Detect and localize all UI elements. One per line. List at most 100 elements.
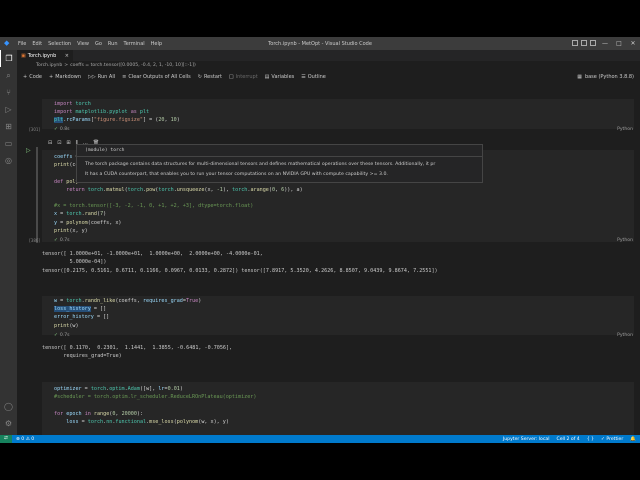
activity-bar: ❐ ⌕ ⑂ ▷ ⊞ ▭ ◎ ◯ ⚙ [0, 50, 17, 435]
kernel-picker[interactable]: ▦ base (Python 3.8.8) [577, 72, 634, 82]
tab-bar: ▣ Torch.ipynb × [17, 50, 640, 61]
minimize-icon[interactable]: — [598, 37, 612, 50]
cell-2-output: tensor([ 1.0000e+01, -1.0000e+01, 1.0000… [42, 251, 438, 274]
clear-outputs-button[interactable]: ≡ Clear Outputs of All Cells [122, 74, 191, 80]
cell-3-output: tensor([ 0.1170, 0.2301, 1.1441, 1.3855,… [42, 345, 233, 360]
cell-1-time: 0.8s [59, 127, 70, 132]
stop-icon: □ [228, 74, 234, 80]
cell-2-status: ✓ 0.7s [54, 238, 70, 243]
restart-button[interactable]: ↻ Restart [198, 74, 222, 80]
menu-run[interactable]: Run [105, 41, 121, 47]
problems-count[interactable]: ⊗ 0 ⚠ 0 [16, 437, 34, 442]
notebook-toolbar: + Code + Markdown ▷▷ Run All ≡ Clear Outputs… [17, 72, 640, 82]
cell-1-language[interactable]: Python [617, 127, 633, 132]
run-all-icon: ▷▷ [88, 74, 96, 80]
run-debug-icon[interactable]: ▷ [0, 101, 17, 118]
execute-below-icon[interactable]: ⊞ [66, 140, 70, 146]
add-markdown-button[interactable]: + Markdown [49, 74, 81, 80]
kernel-label: base (Python 3.8.8) [584, 74, 634, 80]
code-cell-1[interactable]: import torch import matplotlib.pyplot as… [42, 99, 634, 129]
breadcrumb: Torch.ipynb > coeffs = torch.tensor([0.0… [17, 61, 640, 70]
jupyter-icon[interactable]: ◎ [0, 152, 17, 169]
extensions-icon[interactable]: ⊞ [0, 118, 17, 135]
menu-go[interactable]: Go [92, 41, 105, 47]
manage-gear-icon[interactable]: ⚙ [0, 415, 17, 432]
cell-3-status: ✓ 0.7s [54, 333, 70, 338]
cell-1-exec-count: [301] [29, 127, 40, 132]
vscode-window: ◆ File Edit Selection View Go Run Termin… [0, 37, 640, 443]
run-by-line-icon[interactable]: ⊟ [48, 140, 52, 146]
variables-icon: ▤ [264, 74, 270, 80]
menu-view[interactable]: View [74, 41, 92, 47]
plus-icon: + [49, 74, 54, 80]
cell-focus-indicator [36, 147, 38, 243]
success-check-icon: ✓ [54, 238, 58, 243]
cell-2-time: 0.7s [59, 238, 70, 243]
cell-3-time: 0.7s [59, 333, 70, 338]
kernel-icon: ▦ [577, 74, 582, 80]
tab-label: Torch.ipynb [27, 52, 57, 59]
cell-2-language[interactable]: Python [617, 238, 633, 243]
interrupt-label: Interrupt [235, 74, 258, 80]
add-code-button[interactable]: + Code [23, 74, 42, 80]
plus-icon: + [23, 74, 28, 80]
close-tab-icon[interactable]: × [65, 53, 69, 59]
hover-doc-line-2: It has a CUDA counterpart, that enables … [85, 172, 388, 177]
notebook-icon: ▣ [21, 52, 26, 59]
toggle-panel-icon[interactable] [581, 40, 587, 46]
breadcrumb-symbol[interactable]: coeffs = torch.tensor([0.0005, -0.4, 2, … [70, 63, 196, 68]
success-check-icon: ✓ [54, 127, 58, 132]
restart-icon: ↻ [197, 74, 202, 80]
cell-1-code[interactable]: import torch import matplotlib.pyplot as… [42, 99, 634, 125]
menu-terminal[interactable]: Terminal [121, 41, 148, 47]
outline-icon: ☰ [301, 74, 306, 80]
interrupt-button[interactable]: □ Interrupt [229, 74, 258, 80]
success-check-icon: ✓ [54, 333, 58, 338]
run-cell-icon[interactable]: ▷ [26, 147, 31, 154]
jupyter-server-status[interactable]: Jupyter Server: local [503, 437, 550, 442]
cell-4-code[interactable]: optimizer = torch.optim.Adam([w], lr=0.0… [42, 382, 634, 426]
hover-doc-line-1: The torch package contains data structur… [85, 162, 436, 167]
code-cell-4[interactable]: optimizer = torch.optim.Adam([w], lr=0.0… [42, 382, 634, 435]
tab-torch-ipynb[interactable]: ▣ Torch.ipynb × [17, 50, 73, 61]
layout-icon[interactable]: { } [587, 437, 594, 442]
menu-edit[interactable]: Edit [29, 41, 45, 47]
window-controls: — □ ✕ [598, 37, 640, 50]
execute-above-icon[interactable]: ⊡ [57, 140, 61, 146]
breadcrumb-file[interactable]: Torch.ipynb [36, 63, 62, 68]
status-bar: ⇄ ⊗ 0 ⚠ 0 Jupyter Server: local Cell 2 o… [0, 435, 640, 443]
accounts-icon[interactable]: ◯ [0, 398, 17, 415]
layout-controls [572, 40, 596, 46]
remote-indicator-icon[interactable]: ⇄ [0, 435, 12, 443]
toggle-sidebar-icon[interactable] [572, 40, 578, 46]
cell-2-exec-count: [386] [29, 238, 40, 243]
add-markdown-label: Markdown [55, 74, 82, 80]
source-control-icon[interactable]: ⑂ [0, 84, 17, 101]
notifications-bell-icon[interactable]: 🔔 [630, 437, 636, 442]
run-all-label: Run All [97, 74, 116, 80]
cell-position[interactable]: Cell 2 of 4 [556, 437, 579, 442]
variables-button[interactable]: ▤ Variables [265, 74, 295, 80]
variables-label: Variables [271, 74, 295, 80]
code-cell-3[interactable]: w = torch.randn_like(coeffs, requires_gr… [42, 296, 634, 335]
cell-3-code[interactable]: w = torch.randn_like(coeffs, requires_gr… [42, 296, 634, 330]
menu-file[interactable]: File [15, 41, 29, 47]
run-all-button[interactable]: ▷▷ Run All [88, 74, 115, 80]
explorer-icon[interactable]: ❐ [0, 50, 17, 67]
outline-label: Outline [307, 74, 326, 80]
hover-signature: (module) torch [85, 148, 125, 153]
breadcrumb-separator: > [64, 63, 69, 68]
toggle-secondary-sidebar-icon[interactable] [590, 40, 596, 46]
vscode-logo-icon: ◆ [4, 39, 10, 47]
menu-selection[interactable]: Selection [45, 41, 74, 47]
prettier-status[interactable]: ✓ Prettier [601, 437, 623, 442]
hover-documentation-popup: (module) torch The torch package contain… [76, 144, 483, 183]
remote-explorer-icon[interactable]: ▭ [0, 135, 17, 152]
cell-3-language[interactable]: Python [617, 333, 633, 338]
cell-1-status: ✓ 0.8s [54, 127, 70, 132]
close-window-icon[interactable]: ✕ [626, 37, 640, 50]
search-icon[interactable]: ⌕ [0, 67, 17, 84]
maximize-icon[interactable]: □ [612, 37, 626, 50]
outline-button[interactable]: ☰ Outline [301, 74, 326, 80]
menu-help[interactable]: Help [148, 41, 165, 47]
